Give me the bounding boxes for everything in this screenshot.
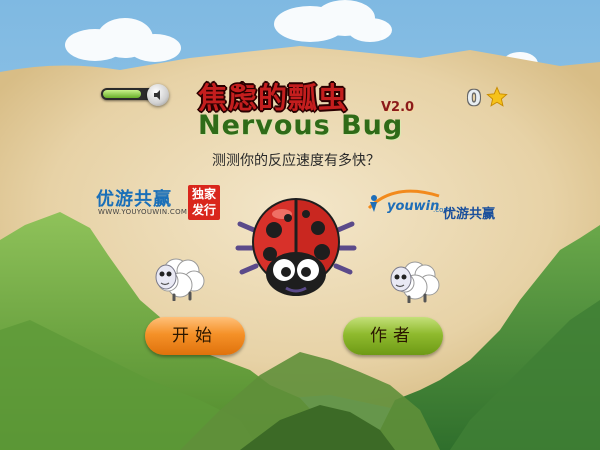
- mini-ladybug-icon: [229, 82, 247, 94]
- author-button[interactable]: 作者: [343, 317, 443, 355]
- exclusive-badge: 独家 发行: [188, 185, 220, 220]
- subtitle: 测测你的反应速度有多快？: [212, 153, 380, 169]
- star-icon: [486, 86, 508, 107]
- youyouwin-logo-left: 优游共赢 WWW.YOUYOUWIN.COM 独家 发行: [96, 185, 226, 221]
- volume-slider[interactable]: [101, 84, 171, 106]
- ladybug-icon: [235, 198, 357, 296]
- game-title-english: Nervous Bug: [198, 110, 404, 141]
- badge-line-1: 独家: [191, 187, 216, 201]
- speaker-knob-icon[interactable]: [147, 84, 169, 106]
- youwin-logo-right: youwin .com 优游共赢: [365, 186, 505, 222]
- start-button[interactable]: 开始: [145, 317, 245, 355]
- publisher-name-right: 优游共赢: [443, 207, 496, 222]
- sheep-right-icon: [390, 261, 440, 303]
- brand-text: youwin: [387, 199, 440, 214]
- volume-level-fill: [103, 90, 141, 98]
- game-title-screen: 焦虑的瓢虫 V2.0 Nervous Bug 测测你的反应速度有多快？ 0 优游…: [0, 0, 600, 450]
- badge-line-2: 发行: [191, 203, 216, 217]
- score-value: 0: [467, 86, 481, 110]
- publisher-url: WWW.YOUYOUWIN.COM: [98, 208, 188, 216]
- sheep-left-icon: [155, 258, 205, 301]
